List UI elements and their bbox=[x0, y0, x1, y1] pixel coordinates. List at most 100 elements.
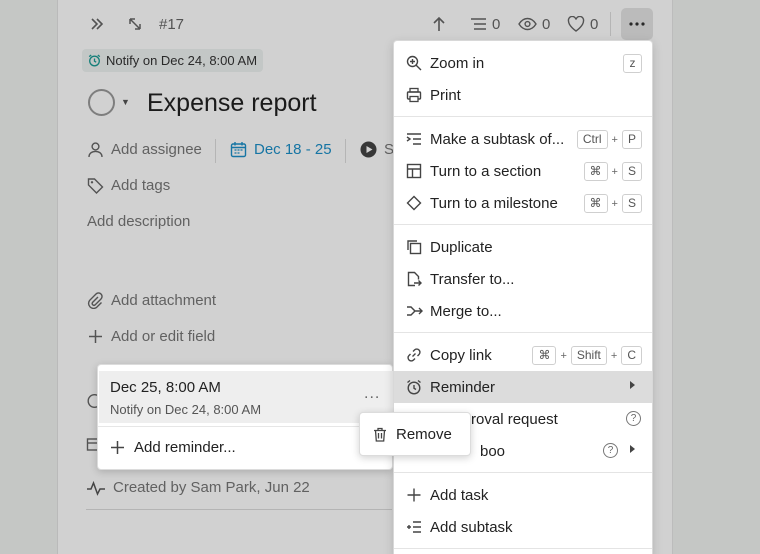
add-subtask-icon bbox=[405, 520, 423, 534]
add-assignee-button[interactable]: Add assignee bbox=[87, 141, 202, 158]
like-button[interactable]: 0 bbox=[567, 12, 598, 36]
arrow-up-icon bbox=[431, 15, 447, 33]
menu-reminder[interactable]: Reminder bbox=[394, 371, 652, 403]
menu-zoom-in[interactable]: Zoom in z bbox=[394, 47, 652, 79]
key-p: P bbox=[621, 130, 642, 149]
key-plus: + bbox=[610, 349, 618, 362]
reminder-divider bbox=[98, 426, 392, 427]
menu-merge-label: Merge to... bbox=[430, 302, 502, 320]
menu-make-subtask-label: Make a subtask of... bbox=[430, 130, 565, 148]
add-tags-button[interactable]: Add tags bbox=[87, 177, 170, 194]
link-icon bbox=[405, 347, 423, 363]
eye-icon bbox=[518, 17, 537, 31]
menu-make-subtask[interactable]: Make a subtask of... Ctrl + P bbox=[394, 123, 652, 155]
task-title[interactable]: Expense report bbox=[147, 89, 317, 118]
help-icon[interactable]: ? bbox=[626, 411, 641, 426]
toolbar-divider bbox=[610, 12, 611, 36]
menu-turn-to-milestone[interactable]: Turn to a milestone ⌘ + S bbox=[394, 187, 652, 219]
expand-arrows-icon bbox=[127, 16, 143, 32]
dates-label: Dec 18 - 25 bbox=[254, 141, 332, 158]
diamond-icon bbox=[405, 195, 423, 211]
menu-print[interactable]: Print bbox=[394, 79, 652, 111]
zoom-shortcut: z bbox=[623, 54, 642, 73]
duplicate-icon bbox=[405, 239, 423, 255]
task-status-toggle[interactable] bbox=[88, 89, 115, 116]
add-field-button[interactable]: Add or edit field bbox=[87, 328, 215, 345]
key-s: S bbox=[621, 194, 642, 213]
paperclip-icon bbox=[87, 292, 104, 309]
menu-reminder-label: Reminder bbox=[430, 378, 496, 396]
add-attachment-button[interactable]: Add attachment bbox=[87, 292, 216, 309]
menu-merge[interactable]: Merge to... bbox=[394, 295, 652, 327]
subtasks-count: 0 bbox=[492, 15, 501, 33]
menu-add-subtask-label: Add subtask bbox=[430, 518, 513, 536]
menu-zoom-in-label: Zoom in bbox=[430, 54, 485, 72]
reminder-popover: Dec 25, 8:00 AM Notify on Dec 24, 8:00 A… bbox=[97, 364, 393, 470]
plus-icon bbox=[110, 440, 125, 455]
menu-separator bbox=[394, 548, 652, 549]
subtasks-counter[interactable]: 0 bbox=[470, 12, 500, 36]
key-cmd: ⌘ bbox=[532, 346, 557, 365]
reminder-more-button[interactable]: ... bbox=[364, 385, 380, 403]
move-up-button[interactable] bbox=[431, 12, 447, 36]
field-divider bbox=[345, 139, 346, 163]
menu-copy-link[interactable]: Copy link ⌘ + Shift + C bbox=[394, 339, 652, 371]
reminder-chip[interactable]: Notify on Dec 24, 8:00 AM bbox=[82, 49, 264, 72]
key-cmd: ⌘ bbox=[583, 194, 608, 213]
menu-separator bbox=[394, 224, 652, 225]
key-plus: + bbox=[611, 133, 618, 146]
menu-separator bbox=[394, 472, 652, 473]
user-icon bbox=[87, 141, 104, 158]
more-options-button[interactable] bbox=[621, 8, 653, 40]
key-ctrl: Ctrl bbox=[576, 130, 608, 149]
collapse-panel-button[interactable] bbox=[89, 12, 105, 36]
turn-section-shortcut: ⌘ + S bbox=[583, 162, 642, 181]
description-field[interactable]: Add description bbox=[87, 213, 190, 230]
remove-reminder-button[interactable]: Remove bbox=[359, 412, 471, 456]
watchers-counter[interactable]: 0 bbox=[518, 12, 550, 36]
activity-divider bbox=[86, 509, 392, 510]
help-icon[interactable]: ? bbox=[603, 443, 618, 458]
key-plus: + bbox=[611, 197, 618, 210]
reminder-chip-label: Notify on Dec 24, 8:00 AM bbox=[106, 53, 258, 68]
heart-icon bbox=[567, 16, 585, 32]
remove-label: Remove bbox=[396, 425, 452, 443]
reminder-time: Dec 25, 8:00 AM bbox=[110, 379, 221, 396]
reminder-item[interactable]: Dec 25, 8:00 AM Notify on Dec 24, 8:00 A… bbox=[99, 371, 393, 423]
make-subtask-shortcut: Ctrl + P bbox=[576, 130, 642, 149]
status-dropdown-icon[interactable]: ▼ bbox=[121, 97, 130, 107]
printer-icon bbox=[405, 87, 423, 103]
play-circle-icon bbox=[360, 141, 377, 158]
turn-milestone-shortcut: ⌘ + S bbox=[583, 194, 642, 213]
key-shift: Shift bbox=[570, 346, 607, 365]
list-icon bbox=[470, 17, 487, 31]
menu-duplicate[interactable]: Duplicate bbox=[394, 231, 652, 263]
merge-icon bbox=[405, 304, 423, 318]
key-cmd: ⌘ bbox=[583, 162, 608, 181]
submenu-arrow-icon bbox=[630, 445, 635, 453]
menu-transfer[interactable]: Transfer to... bbox=[394, 263, 652, 295]
add-tags-label: Add tags bbox=[111, 177, 171, 194]
menu-add-task[interactable]: Add task bbox=[394, 479, 652, 511]
status-field[interactable]: S bbox=[360, 141, 394, 158]
alarm-clock-icon bbox=[88, 54, 101, 67]
likes-count: 0 bbox=[590, 15, 599, 33]
menu-add-subtask[interactable]: Add subtask bbox=[394, 511, 652, 543]
plus-icon bbox=[405, 487, 423, 503]
add-reminder-button[interactable]: Add reminder... bbox=[110, 439, 236, 456]
add-assignee-label: Add assignee bbox=[111, 141, 202, 158]
menu-turn-to-section[interactable]: Turn to a section ⌘ + S bbox=[394, 155, 652, 187]
submenu-arrow-icon bbox=[630, 381, 635, 389]
add-attachment-label: Add attachment bbox=[111, 292, 217, 309]
dates-field[interactable]: Dec 18 - 25 bbox=[230, 141, 332, 158]
ellipsis-icon bbox=[629, 22, 645, 26]
tag-icon bbox=[87, 177, 104, 194]
menu-add-task-label: Add task bbox=[430, 486, 489, 504]
zoom-in-icon bbox=[405, 55, 423, 71]
copy-link-shortcut: ⌘ + Shift + C bbox=[532, 346, 642, 365]
calendar-icon bbox=[230, 141, 247, 158]
add-field-label: Add or edit field bbox=[111, 328, 216, 345]
expand-button[interactable] bbox=[127, 12, 143, 36]
menu-integration-label: boo bbox=[480, 442, 506, 460]
subtask-icon bbox=[405, 132, 423, 146]
